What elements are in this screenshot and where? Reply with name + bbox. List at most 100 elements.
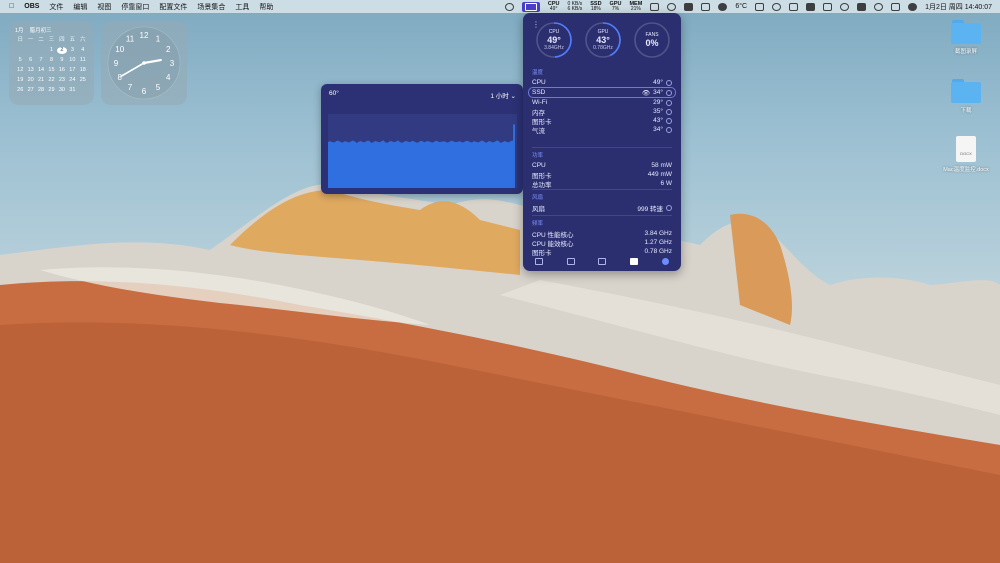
calendar-day[interactable]: 26 [15,87,25,94]
graph-toggle-icon[interactable] [666,204,672,211]
graph-toggle-icon[interactable] [666,99,672,106]
calendar-day[interactable]: 29 [46,87,56,94]
calendar-day[interactable]: 25 [78,77,88,84]
temp-row-cpu[interactable]: CPU 49° [532,78,672,87]
power-row-cpu[interactable]: CPU 58 mW [532,161,672,170]
calendar-day[interactable]: 2 [56,47,68,54]
temp-row-ssd[interactable]: SSD 👁 34° [528,87,676,98]
gpu-gauge[interactable]: GPU 43° 0.78GHz [584,21,622,59]
network-status[interactable]: 0 KB/s 6 KB/s [568,1,583,12]
mem-status[interactable]: MEM 21% [629,1,642,12]
calendar-day[interactable]: 31 [67,87,77,94]
cpu-status[interactable]: CPU 49° [548,1,560,12]
temp-row-airflow[interactable]: 气流 34° [532,125,672,135]
calendar-day[interactable]: 1 [46,47,56,54]
calendar-day[interactable]: 5 [15,57,25,64]
menu-clock[interactable]: 1月2日 周四 14:40:07 [925,2,992,12]
vpn-icon[interactable] [840,2,850,11]
sync-icon[interactable] [667,2,677,11]
dashboard-icon[interactable] [534,258,543,265]
weather-temp[interactable]: 6°C [735,3,747,10]
graph-range-select[interactable]: 1 小时 ⌄ [490,90,516,100]
display-icon[interactable] [650,2,660,11]
calendar-day[interactable]: 14 [36,67,46,74]
temp-row-memory[interactable]: 内存 35° [532,107,672,117]
calendar-day[interactable]: 11 [78,57,88,64]
calendar-day[interactable]: 28 [36,87,46,94]
temp-row-wifi[interactable]: Wi-Fi 29° [532,98,672,107]
wifi-icon[interactable] [874,2,884,11]
text-tool-icon[interactable] [684,2,694,11]
apple-icon[interactable]:  [9,3,14,10]
file-icon[interactable] [598,258,607,265]
sensors-icon[interactable] [630,258,639,265]
calendar-day[interactable]: 7 [36,57,46,64]
power-row-gpu[interactable]: 图形卡 449 mW [532,170,672,180]
eye-icon[interactable]: 👁 [642,89,650,97]
ssd-status[interactable]: SSD 18% [590,1,601,12]
temp-row-gpu[interactable]: 图形卡 43° [532,116,672,126]
bluetooth-icon[interactable] [823,2,833,11]
temperature-graph-popup[interactable]: 60° 1 小时 ⌄ [321,84,523,194]
graph-toggle-icon[interactable] [666,89,672,96]
freq-row-cpu-e[interactable]: CPU 能效核心 1.27 GHz [532,238,672,248]
calendar-day[interactable]: 9 [57,57,67,64]
graph-toggle-icon[interactable] [666,117,672,124]
calendar-day[interactable]: 22 [46,77,56,84]
siri-icon[interactable] [908,2,918,11]
calendar-day[interactable]: 20 [25,77,35,84]
calendar-day[interactable]: 12 [15,67,25,74]
volume-icon[interactable] [806,2,816,11]
screen-mirror-icon[interactable] [701,2,711,11]
calendar-day[interactable]: 16 [57,67,67,74]
menu-tools[interactable]: 工具 [235,2,249,12]
calendar-day[interactable]: 21 [36,77,46,84]
menu-profile[interactable]: 配置文件 [159,2,187,12]
clock-widget[interactable]: 12 1 2 3 4 5 6 7 8 9 10 11 [101,21,187,105]
cpu-gauge[interactable]: CPU 49° 3.84GHz [535,21,573,59]
menu-scene-collection[interactable]: 场景集合 [197,2,225,12]
calendar-day[interactable]: 18 [78,67,88,74]
menu-file[interactable]: 文件 [49,2,63,12]
calendar-day[interactable]: 19 [15,77,25,84]
power-row-total[interactable]: 总功率 6 W [532,179,672,189]
graph-toggle-icon[interactable] [666,79,672,86]
timer-icon[interactable] [772,2,782,11]
calendar-day[interactable]: 17 [67,67,77,74]
calendar-day[interactable]: 8 [46,57,56,64]
menu-help[interactable]: 帮助 [259,2,273,12]
calendar-day[interactable]: 24 [67,77,77,84]
graph-toggle-icon[interactable] [666,108,672,115]
calendar-day[interactable]: 30 [57,87,67,94]
calendar-day[interactable]: 6 [25,57,35,64]
menu-app-name[interactable]: OBS [24,3,39,10]
calendar-day[interactable]: 4 [78,47,88,54]
calendar-day[interactable]: 27 [25,87,35,94]
calendar-day[interactable]: 15 [46,67,56,74]
s-app-icon[interactable] [857,2,867,11]
settings-icon[interactable] [662,258,670,265]
menu-view[interactable]: 视图 [97,2,111,12]
calendar-day[interactable]: 23 [57,77,67,84]
monitor-app-icon[interactable] [521,1,540,12]
cloud-icon[interactable] [718,2,728,11]
desktop-folder-2[interactable]: 下载 [936,79,996,114]
calendar-widget[interactable]: 1月 腊月初三 日一二三四五六 1 2 3 4 5 6 7 8 9 10 11 12 13 14 15 16 17… [9,21,94,105]
freq-row-gpu[interactable]: 图形卡 0.78 GHz [532,247,672,257]
calendar-day[interactable]: 3 [67,47,77,54]
fans-gauge[interactable]: FANS 0% [633,21,671,59]
obs-status-icon[interactable] [504,2,514,11]
control-center-icon[interactable] [891,2,901,11]
menu-docks[interactable]: 停靠窗口 [121,2,149,12]
stats-panel[interactable]: ⋮ CPU 49° 3.84GHz GPU 43° 0.78GHz FANS 0… [523,13,681,271]
keyboard-icon[interactable] [755,2,765,11]
calendar-day[interactable]: 10 [67,57,77,64]
desktop-folder-1[interactable]: 截图录屏 [936,20,996,55]
calendar-day[interactable]: 13 [25,67,35,74]
gpu-status[interactable]: GPU 7% [610,1,622,12]
fan-row[interactable]: 风扇 999 转速 [532,203,672,213]
desktop-docx-file[interactable]: DOCX Mac温度监控.docx [936,136,996,173]
window-icon[interactable] [566,258,575,265]
layers-icon[interactable] [789,2,799,11]
menu-edit[interactable]: 编辑 [73,2,87,12]
